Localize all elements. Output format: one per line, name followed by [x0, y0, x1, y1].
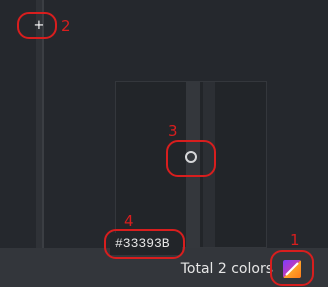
- gradient-palette-icon: [283, 260, 301, 278]
- plus-icon: +: [33, 18, 45, 33]
- annotation-label-1: 1: [290, 231, 300, 249]
- color-preview-area[interactable]: [115, 81, 267, 248]
- total-colors-label: Total 2 colors: [180, 261, 273, 277]
- annotation-label-2: 2: [61, 17, 71, 35]
- gradient-palette-button[interactable]: [283, 260, 301, 278]
- annotation-label-4: 4: [124, 212, 134, 230]
- color-strip: [186, 82, 200, 247]
- add-color-button[interactable]: +: [28, 17, 50, 35]
- color-strip-gap: [200, 82, 202, 247]
- color-picker-handle[interactable]: [185, 151, 197, 163]
- color-editor-panel: + #33393B Total 2 colors 1 2 3 4: [0, 0, 328, 287]
- annotation-label-3: 3: [168, 122, 178, 140]
- color-strip: [203, 82, 215, 247]
- hex-color-field[interactable]: #33393B: [110, 233, 182, 255]
- left-divider-highlight: [42, 0, 44, 248]
